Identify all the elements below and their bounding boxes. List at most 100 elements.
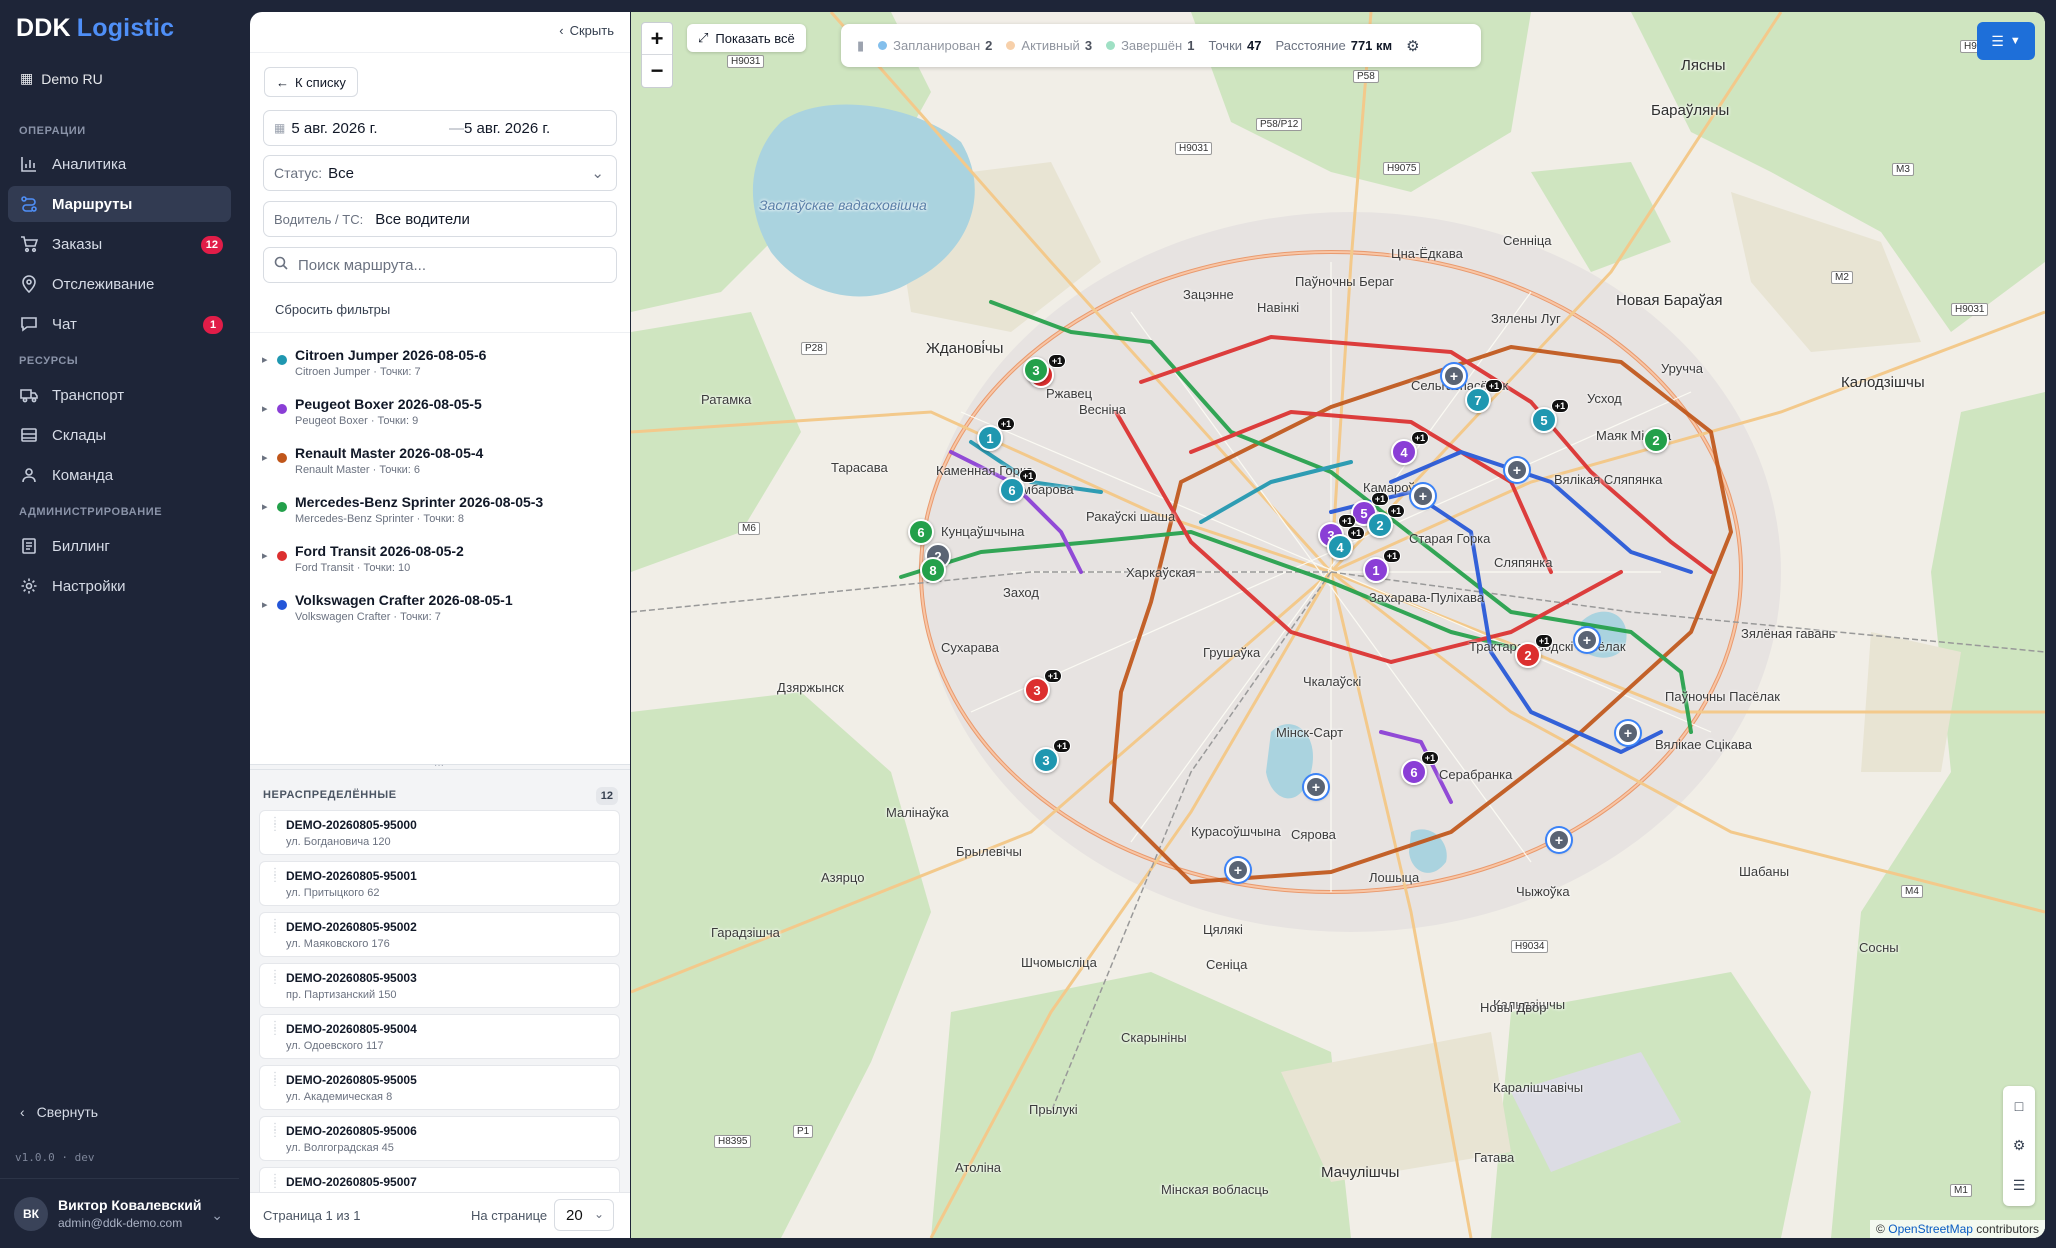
nav-item-team[interactable]: Команда xyxy=(8,457,231,493)
driver-select[interactable]: Водитель / ТС: Все водители xyxy=(263,201,617,237)
layers-button[interactable]: ☰ ▼ xyxy=(1977,22,2035,60)
show-all-button[interactable]: ⤢ Показать всё xyxy=(687,24,806,52)
route-item[interactable]: ▸ Peugeot Boxer 2026-08-05-5 Peugeot Box… xyxy=(250,389,630,438)
route-stop-marker[interactable]: 2 +1 xyxy=(1367,504,1405,538)
chevron-right-icon[interactable]: ▸ xyxy=(262,451,268,464)
date-to[interactable]: 5 авг. 2026 г. xyxy=(464,120,550,137)
map-place-label: Старая Горка xyxy=(1409,531,1491,546)
drag-handle-icon[interactable]: ⋮ ⋮ xyxy=(270,1123,280,1139)
stat-active[interactable]: Активный 3 xyxy=(1006,38,1092,53)
route-stop-marker[interactable]: 5 +1 xyxy=(1531,399,1569,433)
drag-handle-icon[interactable]: ⋮ ⋮ xyxy=(270,1072,280,1088)
chevron-right-icon[interactable]: ▸ xyxy=(262,598,268,611)
warehouse-depot-icon[interactable]: + xyxy=(1547,828,1571,852)
nav-item-settings[interactable]: Настройки xyxy=(8,568,231,604)
route-item[interactable]: ▸ Renault Master 2026-08-05-4 Renault Ma… xyxy=(250,438,630,487)
route-stop-marker[interactable]: 1+1 xyxy=(977,417,1015,451)
route-stop-marker[interactable]: 6 xyxy=(908,519,934,545)
date-from[interactable]: 5 авг. 2026 г. xyxy=(291,120,377,137)
route-stop-marker[interactable]: 3 xyxy=(1023,357,1049,383)
route-stop-marker[interactable]: 6 +1 xyxy=(1401,751,1439,785)
unassigned-order-card[interactable]: ⋮ ⋮ DEMO-20260805-95001 ул. Притыцкого 62 xyxy=(259,861,620,906)
map-place-label: Брылевічы xyxy=(956,844,1022,859)
drag-handle-icon[interactable]: ⋮ ⋮ xyxy=(270,1021,280,1037)
warehouse-depot-icon[interactable]: + xyxy=(1505,458,1529,482)
chevron-right-icon[interactable]: ▸ xyxy=(262,500,268,513)
warehouse-depot-icon[interactable]: + xyxy=(1226,858,1250,882)
route-stop-marker[interactable]: 6 +1 xyxy=(999,469,1037,503)
unassigned-order-card[interactable]: ⋮ ⋮ DEMO-20260805-95002 ул. Маяковского 1… xyxy=(259,912,620,957)
stat-done[interactable]: Завершён 1 xyxy=(1106,38,1194,53)
unassigned-order-card[interactable]: ⋮ ⋮ DEMO-20260805-95004 ул. Одоевского 11… xyxy=(259,1014,620,1059)
route-search-input[interactable] xyxy=(298,256,578,274)
unassigned-order-card[interactable]: ⋮ ⋮ DEMO-20260805-95006 ул. Волгоградская… xyxy=(259,1116,620,1161)
route-stop-marker[interactable]: 3 +1 xyxy=(1024,669,1062,703)
route-stop-marker[interactable]: 4 +1 xyxy=(1327,526,1365,560)
route-stop-marker[interactable]: 2 xyxy=(1643,427,1669,453)
nav-item-analytics[interactable]: Аналитика xyxy=(8,146,231,182)
route-map[interactable]: Лясны Бараўляны Заслаўскае вадасховішча Зац… xyxy=(631,12,2045,1238)
drag-handle-icon[interactable]: ⋮ ⋮ xyxy=(270,868,280,884)
status-select[interactable]: Статус: Все ⌄ xyxy=(263,155,617,191)
nav-item-tracking[interactable]: Отслеживание xyxy=(8,266,231,302)
route-stop-marker[interactable]: 2 +1 xyxy=(1515,634,1553,668)
drag-handle-icon[interactable]: ⋮ ⋮ xyxy=(270,817,280,833)
nav-item-chat[interactable]: Чат 1 xyxy=(8,306,231,342)
map-place-label: Курасоўшчына xyxy=(1191,824,1281,839)
route-stop-marker[interactable]: 8 xyxy=(920,557,946,583)
nav-item-billing[interactable]: Биллинг xyxy=(8,528,231,564)
drag-handle-icon[interactable]: ⋮ ⋮ xyxy=(270,970,280,986)
route-item[interactable]: ▸ Citroen Jumper 2026-08-05-6 Citroen Ju… xyxy=(250,340,630,389)
drag-handle-icon[interactable]: ⋮ ⋮ xyxy=(270,919,280,935)
page-info: Страница 1 из 1 xyxy=(263,1208,361,1223)
nav-label: Биллинг xyxy=(52,537,110,555)
warehouse-depot-icon[interactable]: + xyxy=(1304,775,1328,799)
route-stop-marker[interactable]: 1+1 xyxy=(1363,549,1401,583)
unassigned-order-card[interactable]: ⋮ ⋮ DEMO-20260805-95000 ул. Богдановича 1… xyxy=(259,810,620,855)
reset-filters-button[interactable]: Сбросить фильтры xyxy=(275,302,390,317)
route-stop-marker[interactable]: 7 +1 xyxy=(1465,379,1503,413)
collapse-sidebar-button[interactable]: ‹ Свернуть xyxy=(20,1104,98,1120)
back-to-list-button[interactable]: ← К списку xyxy=(264,67,358,97)
org-switcher[interactable]: ▦ Demo RU xyxy=(20,70,103,87)
gear-icon[interactable]: ⚙ xyxy=(1406,37,1419,55)
warehouse-depot-icon[interactable]: + xyxy=(1411,484,1435,508)
selection-icon[interactable]: □ xyxy=(2015,1098,2023,1114)
zoom-out-button[interactable]: − xyxy=(642,55,672,87)
nav-item-orders[interactable]: Заказы 12 xyxy=(8,226,231,262)
chevron-right-icon[interactable]: ▸ xyxy=(262,402,268,415)
zoom-in-button[interactable]: + xyxy=(642,23,672,55)
driver-value: Все водители xyxy=(375,210,470,228)
chevron-right-icon[interactable]: ▸ xyxy=(262,549,268,562)
unassigned-order-card[interactable]: ⋮ ⋮ DEMO-20260805-95005 ул. Академическая… xyxy=(259,1065,620,1110)
chevron-left-icon: ‹ xyxy=(559,23,564,38)
warehouse-depot-icon[interactable]: + xyxy=(1442,364,1466,388)
nav-item-warehouses[interactable]: Склады xyxy=(8,417,231,453)
drag-handle-icon[interactable]: ⋮ ⋮ xyxy=(270,1174,280,1190)
unassigned-order-card[interactable]: ⋮ ⋮ DEMO-20260805-95003 пр. Партизанский … xyxy=(259,963,620,1008)
route-stop-marker[interactable]: 4 +1 xyxy=(1391,431,1429,465)
per-page-select[interactable]: 20 ⌄ xyxy=(554,1199,614,1231)
hide-panel-button[interactable]: ‹ Скрыть xyxy=(559,23,614,38)
user-menu[interactable]: ВК Виктор Ковалевский admin@ddk-demo.com … xyxy=(0,1178,239,1248)
app-logo[interactable]: DDK Logistic xyxy=(16,14,174,43)
collapse-label: Свернуть xyxy=(36,1104,99,1120)
gear-icon[interactable]: ⚙ xyxy=(2013,1137,2026,1154)
route-item[interactable]: ▸ Mercedes-Benz Sprinter 2026-08-05-3 Me… xyxy=(250,487,630,536)
list-icon[interactable]: ☰ xyxy=(2013,1177,2026,1194)
route-item[interactable]: ▸ Ford Transit 2026-08-05-2 Ford Transit… xyxy=(250,536,630,585)
map-place-label: Уручча xyxy=(1661,361,1704,376)
chevron-right-icon[interactable]: ▸ xyxy=(262,353,268,366)
route-search-field[interactable] xyxy=(263,247,617,283)
route-stop-marker[interactable]: 3 +1 xyxy=(1033,739,1071,773)
nav-item-routes[interactable]: Маршруты xyxy=(8,186,231,222)
route-item[interactable]: ▸ Volkswagen Crafter 2026-08-05-1 Volksw… xyxy=(250,585,630,634)
stat-planned[interactable]: Запланирован 2 xyxy=(878,38,992,53)
warehouse-depot-icon[interactable]: + xyxy=(1575,628,1599,652)
order-id: DEMO-20260805-95004 xyxy=(286,1022,417,1036)
road-shield: H9034 xyxy=(1511,940,1549,953)
nav-item-transport[interactable]: Транспорт xyxy=(8,377,231,413)
warehouse-depot-icon[interactable]: + xyxy=(1616,721,1640,745)
osm-link[interactable]: OpenStreetMap xyxy=(1888,1222,1973,1236)
date-range-picker[interactable]: ▦ 5 авг. 2026 г. — 5 авг. 2026 г. xyxy=(263,110,617,146)
